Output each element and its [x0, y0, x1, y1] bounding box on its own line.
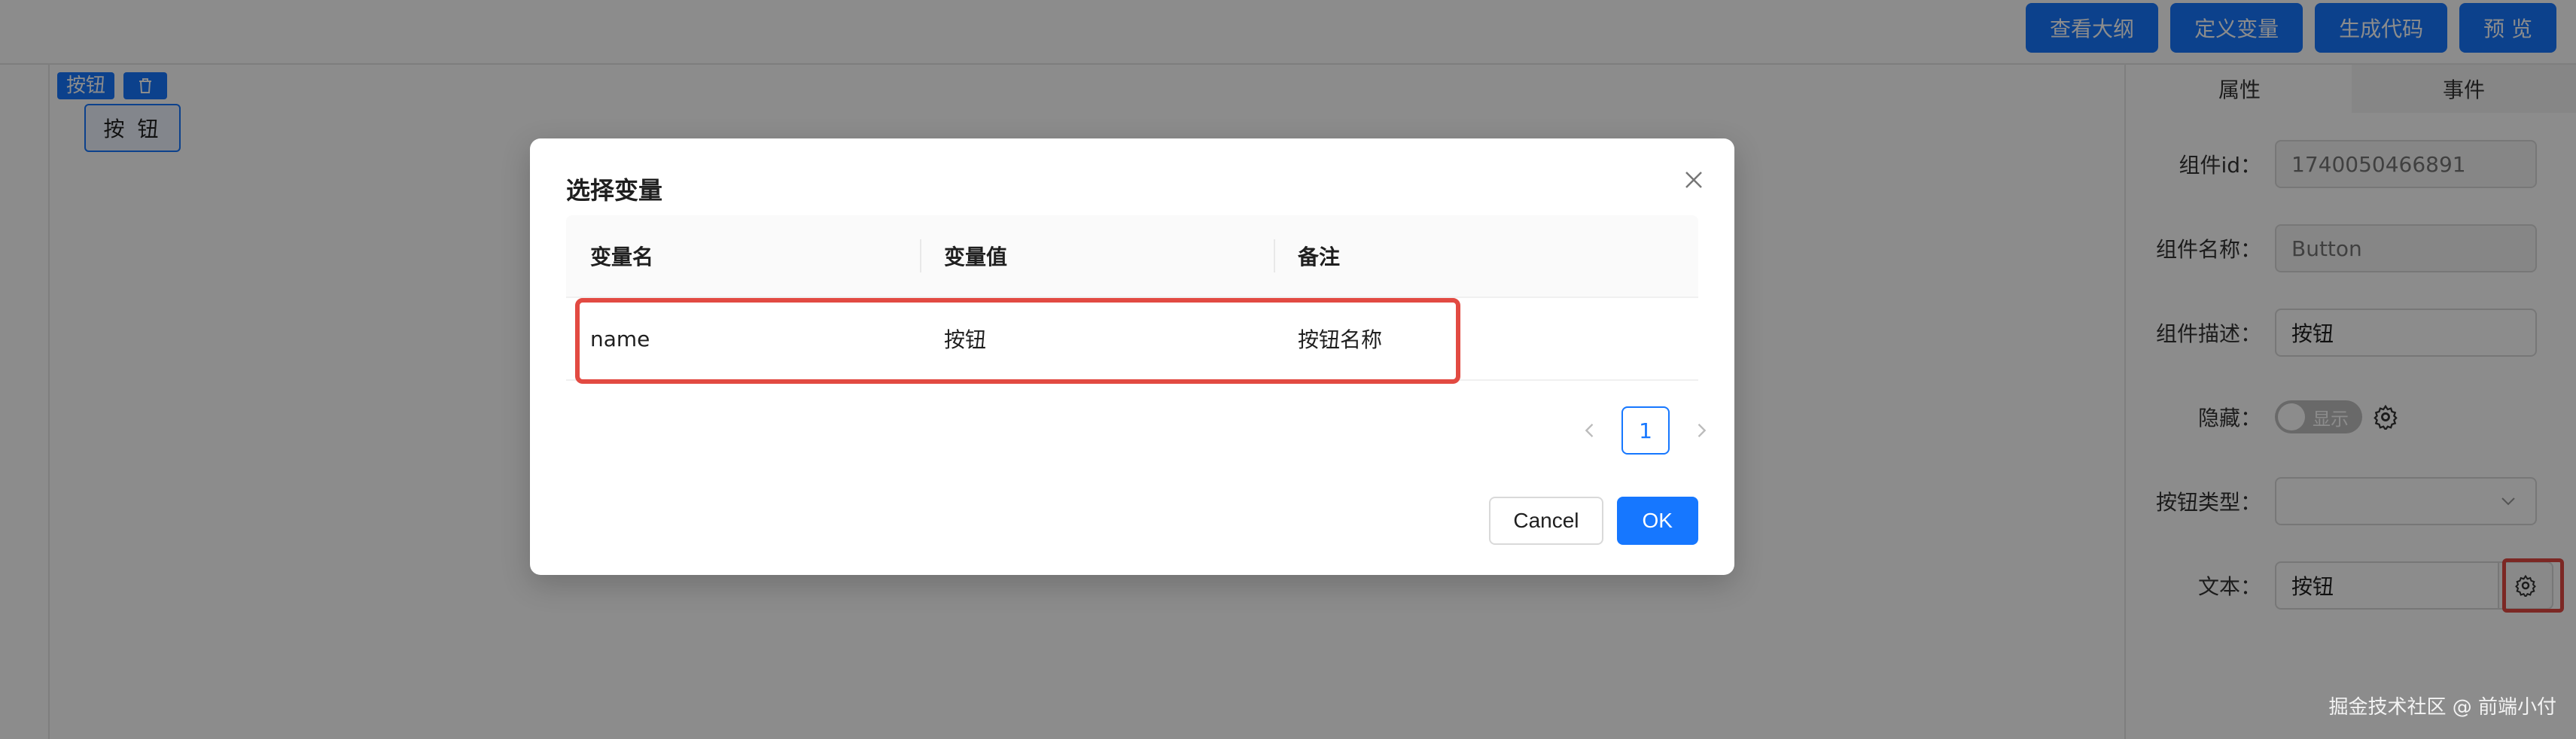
pagination: 1 [1579, 406, 1712, 455]
table-header: 变量名 变量值 备注 [566, 215, 1698, 298]
chevron-left-icon[interactable] [1579, 420, 1600, 441]
modal-footer: Cancel OK [1489, 497, 1698, 545]
page-item-current[interactable]: 1 [1621, 406, 1670, 455]
watermark: 掘金技术社区 @ 前端小付 [2328, 696, 2556, 719]
ok-button[interactable]: OK [1616, 497, 1698, 545]
close-icon [1685, 171, 1702, 188]
annotation-highlight-box [575, 298, 1460, 384]
cancel-button[interactable]: Cancel [1489, 497, 1603, 545]
variable-table: 变量名 变量值 备注 name 按钮 按钮名称 [566, 215, 1698, 384]
column-header-note: 备注 [1274, 239, 1698, 272]
column-header-value: 变量值 [920, 239, 1274, 272]
chevron-right-icon[interactable] [1691, 420, 1712, 441]
close-button[interactable] [1680, 167, 1707, 194]
column-header-name: 变量名 [590, 245, 654, 269]
select-variable-modal: 选择变量 变量名 变量值 备注 name 按钮 按钮名称 1 Cancel OK [530, 138, 1734, 575]
modal-title: 选择变量 [566, 176, 663, 205]
table-row[interactable]: name 按钮 按钮名称 [566, 298, 1698, 384]
